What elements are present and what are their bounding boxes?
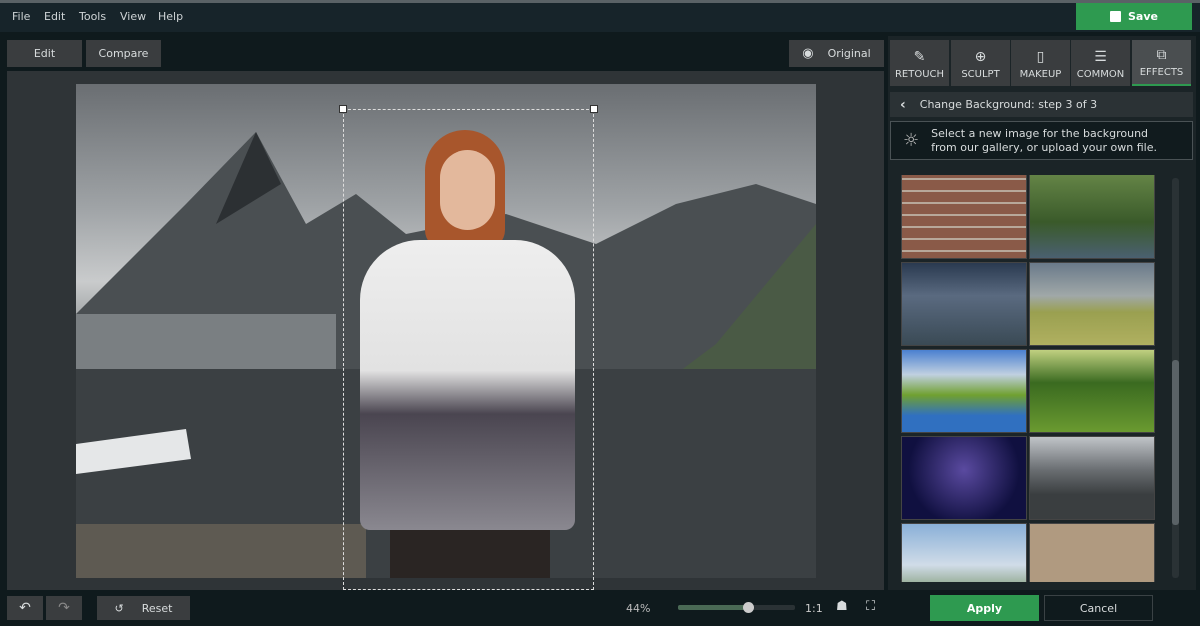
floppy-disk-icon (1110, 11, 1121, 22)
gallery-thumb-brick-wall[interactable] (901, 175, 1027, 259)
back-chevron-icon[interactable]: ‹ (900, 97, 906, 113)
gallery-thumb-canal-bicycle[interactable] (1029, 175, 1155, 259)
person-sweater (360, 240, 575, 530)
lightbulb-icon: ☼ (903, 130, 920, 151)
original-button[interactable]: ◉ Original (789, 40, 884, 67)
tab-effects[interactable]: ⧉ EFFECTS (1132, 40, 1191, 86)
reset-button[interactable]: ↺ Reset (97, 596, 190, 620)
fit-person-icon[interactable]: ☗ (836, 599, 848, 614)
edit-view-button[interactable]: Edit (7, 40, 82, 67)
gallery-thumb-starry-sky[interactable] (901, 436, 1027, 520)
zoom-slider[interactable] (678, 602, 795, 613)
menu-edit[interactable]: Edit (44, 10, 65, 23)
undo-button[interactable]: ↶ (7, 596, 43, 620)
makeup-icon: ▯ (1036, 49, 1045, 65)
step-title: Change Background: step 3 of 3 (919, 98, 1098, 111)
tab-label: RETOUCH (894, 69, 945, 80)
tab-makeup[interactable]: ▯ MAKEUP (1011, 40, 1070, 86)
tab-label: COMMON (1076, 69, 1125, 80)
gallery-thumb-stormy-city[interactable] (901, 262, 1027, 346)
save-label: Save (1128, 10, 1158, 23)
save-button[interactable]: Save (1076, 3, 1192, 30)
gallery-scrollbar[interactable] (1172, 178, 1179, 578)
gallery-thumb-forest-sunlight[interactable] (1029, 349, 1155, 433)
undo-icon: ↶ (19, 600, 31, 616)
resize-handle[interactable] (339, 105, 347, 113)
scrollbar-thumb[interactable] (1172, 360, 1179, 525)
step-header: ‹ Change Background: step 3 of 3 (890, 92, 1193, 117)
apply-button[interactable]: Apply (930, 595, 1039, 621)
zoom-1-1-button[interactable]: 1:1 (805, 602, 823, 615)
background-gallery (901, 175, 1155, 582)
fullscreen-icon[interactable]: ⛶ (866, 599, 875, 614)
gallery-thumb-burlap-texture[interactable] (1029, 523, 1155, 582)
menu-tools[interactable]: Tools (79, 10, 106, 23)
zoom-level: 44% (626, 602, 651, 615)
tab-label: MAKEUP (1019, 69, 1062, 80)
tab-common[interactable]: ☰ COMMON (1071, 40, 1130, 86)
effects-icon: ⧉ (1156, 47, 1167, 63)
zoom-slider-fill (678, 605, 749, 610)
tab-label: EFFECTS (1139, 67, 1184, 78)
gallery-thumb-castle-mountains[interactable] (901, 523, 1027, 582)
cancel-button[interactable]: Cancel (1044, 595, 1153, 621)
original-label: Original (827, 47, 871, 60)
gallery-thumb-mountain-lake[interactable] (901, 349, 1027, 433)
menu-file[interactable]: File (12, 10, 30, 23)
eye-icon: ◉ (802, 46, 814, 61)
hint-box: ☼ Select a new image for the background f… (890, 121, 1193, 160)
resize-handle[interactable] (590, 105, 598, 113)
reset-label: Reset (141, 601, 173, 615)
tab-sculpt[interactable]: ⊕ SCULPT (951, 40, 1010, 86)
person-pants (390, 530, 550, 578)
hint-text: Select a new image for the background fr… (931, 126, 1157, 154)
gallery-thumb-mountain-harbor[interactable] (1029, 436, 1155, 520)
sliders-icon: ☰ (1094, 49, 1107, 65)
gallery-thumb-rainbow-field[interactable] (1029, 262, 1155, 346)
reset-icon: ↺ (114, 601, 124, 615)
redo-icon: ↷ (58, 600, 70, 616)
person-face (440, 150, 495, 230)
compare-button[interactable]: Compare (86, 40, 161, 67)
redo-button[interactable]: ↷ (46, 596, 82, 620)
sculpt-icon: ⊕ (974, 49, 987, 65)
zoom-slider-thumb[interactable] (743, 602, 755, 613)
retouch-icon: ✎ (913, 49, 926, 65)
tab-retouch[interactable]: ✎ RETOUCH (890, 40, 949, 86)
menu-view[interactable]: View (120, 10, 146, 23)
menu-help[interactable]: Help (158, 10, 183, 23)
tab-label: SCULPT (961, 69, 1000, 80)
